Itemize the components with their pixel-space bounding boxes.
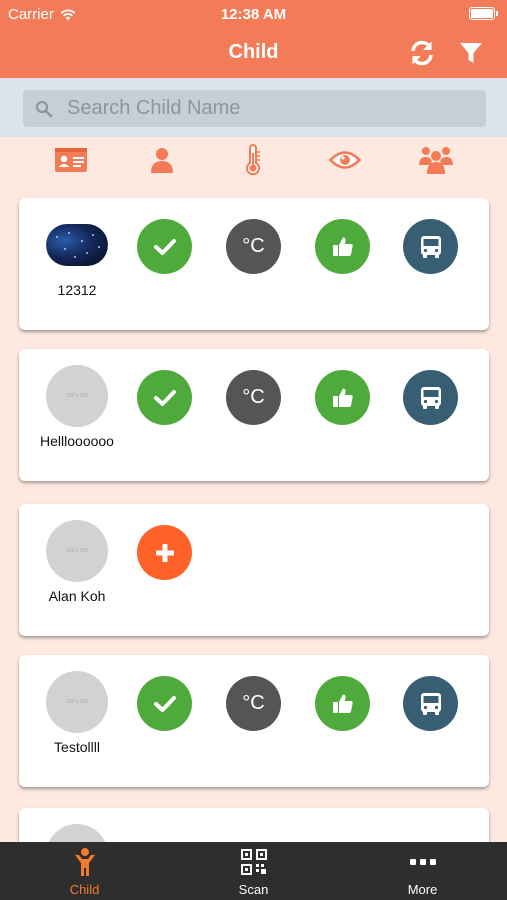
temperature-button[interactable]: °C	[226, 676, 281, 731]
thumbs-up-button[interactable]	[315, 370, 370, 425]
group-filter[interactable]	[416, 142, 456, 178]
child-photo-image	[46, 224, 108, 266]
child-name: 12312	[57, 282, 97, 298]
avatar	[46, 214, 108, 276]
add-button[interactable]	[137, 525, 192, 580]
tab-child-label: Child	[69, 882, 100, 897]
bus-button[interactable]	[403, 219, 458, 274]
eye-icon	[328, 151, 361, 169]
filter-button[interactable]	[456, 38, 486, 68]
thermometer-filter[interactable]	[233, 142, 273, 178]
user-icon	[151, 148, 174, 173]
refresh-icon	[411, 40, 433, 66]
check-in-button[interactable]	[137, 676, 192, 731]
tab-child[interactable]: Child	[0, 842, 169, 900]
child-card[interactable]: 150 x 150 Alan Koh	[19, 504, 489, 636]
thumbs-up-button[interactable]	[315, 676, 370, 731]
temperature-button[interactable]: °C	[226, 370, 281, 425]
temperature-button[interactable]: °C	[226, 219, 281, 274]
check-icon	[153, 695, 176, 712]
celsius-icon: °C	[242, 235, 265, 257]
child-icon	[70, 847, 100, 877]
child-card[interactable]: 150 x 150 Hellloooooo °C	[19, 349, 489, 481]
thumbs-up-icon	[332, 388, 353, 407]
search-icon	[35, 99, 55, 119]
bus-icon	[420, 692, 441, 715]
avatar: 150 x 150	[46, 520, 108, 582]
child-photo	[46, 214, 108, 276]
check-in-button[interactable]	[137, 219, 192, 274]
tab-more[interactable]: More	[338, 842, 507, 900]
celsius-icon: °C	[242, 692, 265, 714]
tab-more-label: More	[407, 882, 438, 897]
thumbs-up-button[interactable]	[315, 219, 370, 274]
child-name: Testollll	[54, 739, 100, 755]
filter-icon	[460, 43, 482, 63]
child-name: Hellloooooo	[40, 433, 114, 449]
child-name: Alan Koh	[48, 588, 106, 604]
bus-button[interactable]	[403, 676, 458, 731]
bus-icon	[420, 235, 441, 258]
status-time: 12:38 AM	[220, 6, 287, 23]
thumbs-up-icon	[332, 237, 353, 256]
avatar: 150 x 150	[46, 671, 108, 733]
id-card-filter[interactable]	[51, 142, 91, 178]
search-box[interactable]	[23, 90, 486, 127]
search-input[interactable]	[67, 97, 486, 120]
avatar-placeholder: 150 x 150	[46, 520, 108, 582]
app-header: Carrier 12:38 AM Child	[0, 0, 507, 78]
battery-icon	[469, 7, 498, 20]
check-icon	[153, 389, 176, 406]
tab-scan-label: Scan	[238, 882, 269, 897]
refresh-button[interactable]	[407, 38, 437, 68]
user-filter[interactable]	[142, 142, 182, 178]
thumbs-up-icon	[332, 694, 353, 713]
tab-scan[interactable]: Scan	[169, 842, 338, 900]
avatar-placeholder: 150 x 150	[46, 365, 108, 427]
avatar: 150 x 150	[46, 365, 108, 427]
group-icon	[419, 147, 454, 174]
avatar-placeholder: 150 x 150	[46, 671, 108, 733]
child-card[interactable]: 150 x 150 Testollll °C	[19, 655, 489, 787]
check-in-button[interactable]	[137, 370, 192, 425]
qr-code-icon	[239, 847, 269, 877]
tab-bar: Child Scan More	[0, 842, 507, 900]
bus-button[interactable]	[403, 370, 458, 425]
eye-filter[interactable]	[325, 142, 365, 178]
celsius-icon: °C	[242, 386, 265, 408]
bus-icon	[420, 386, 441, 409]
filter-icon-row	[0, 137, 507, 183]
check-icon	[153, 238, 176, 255]
child-card[interactable]: 12312 °C	[19, 198, 489, 330]
thermometer-icon	[246, 144, 261, 176]
id-card-icon	[54, 148, 87, 172]
search-bar	[0, 78, 507, 137]
more-icon	[408, 847, 438, 877]
plus-icon	[155, 543, 174, 562]
